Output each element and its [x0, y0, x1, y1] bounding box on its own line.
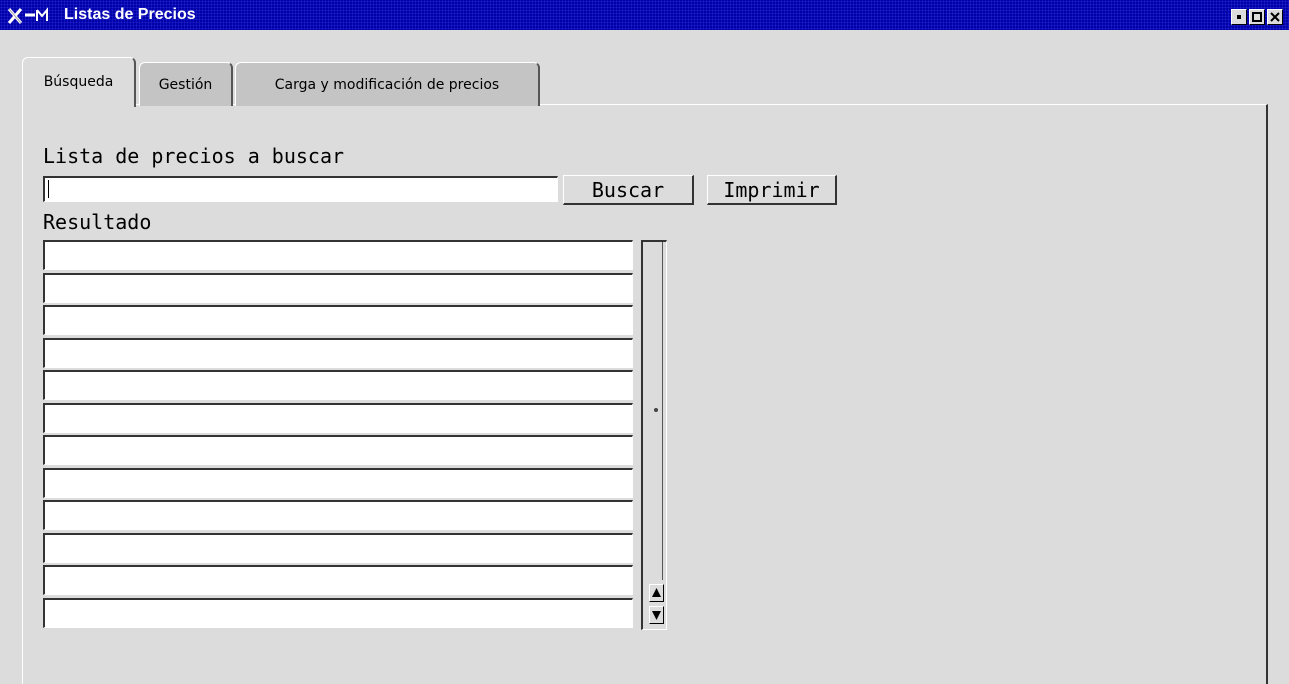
result-row[interactable]: [43, 370, 633, 400]
result-row[interactable]: [43, 337, 633, 368]
title-bar[interactable]: Listas de Precios: [0, 0, 1289, 30]
result-row[interactable]: [43, 305, 633, 335]
x-window-icon[interactable]: [6, 6, 58, 26]
result-row[interactable]: [43, 402, 633, 433]
tab-carga-modificacion[interactable]: Carga y modificación de precios: [235, 62, 540, 106]
result-row[interactable]: [43, 467, 633, 498]
maximize-button[interactable]: [1249, 9, 1265, 25]
results-scrollbar[interactable]: [641, 240, 667, 630]
tab-busqueda[interactable]: Búsqueda: [22, 57, 136, 107]
result-row[interactable]: [43, 565, 633, 595]
window-title: Listas de Precios: [64, 6, 196, 23]
arrow-up-icon: [652, 588, 661, 597]
search-label: Lista de precios a buscar: [43, 144, 345, 168]
close-icon: [1270, 12, 1280, 22]
print-button[interactable]: Imprimir: [707, 175, 837, 205]
result-row[interactable]: [43, 500, 633, 530]
maximize-icon: [1252, 12, 1262, 22]
arrow-down-icon: [652, 611, 661, 620]
close-button[interactable]: [1267, 9, 1283, 25]
results-label: Resultado: [43, 210, 152, 234]
text-caret: [48, 180, 49, 198]
scroll-down-button[interactable]: [649, 606, 664, 624]
minimize-button[interactable]: [1231, 9, 1247, 25]
result-row[interactable]: [43, 272, 633, 303]
result-row[interactable]: [43, 532, 633, 563]
scrollbar-grip-icon: [654, 408, 658, 412]
search-button[interactable]: Buscar: [563, 175, 694, 205]
result-row[interactable]: [43, 597, 633, 628]
result-row[interactable]: [43, 240, 633, 270]
scrollbar-thumb[interactable]: [646, 242, 663, 580]
scroll-up-button[interactable]: [649, 584, 664, 602]
app-window: Listas de Precios Búsqueda Gestión Carga…: [0, 0, 1289, 684]
search-input[interactable]: [43, 176, 558, 202]
results-list: [43, 240, 633, 630]
result-row[interactable]: [43, 435, 633, 465]
tab-gestion[interactable]: Gestión: [139, 62, 233, 106]
minimize-icon: [1237, 15, 1241, 19]
